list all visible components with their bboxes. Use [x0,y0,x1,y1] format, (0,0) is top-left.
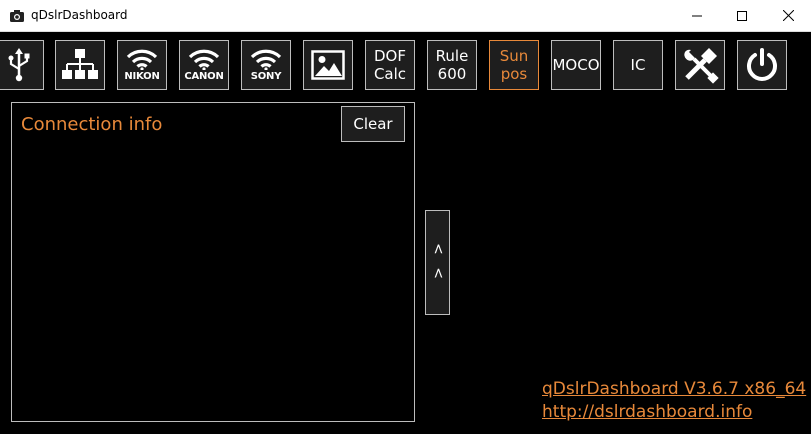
sony-wifi-button[interactable]: SONY [241,40,291,90]
wifi-icon [126,49,158,70]
minimize-icon [692,15,702,16]
tools-icon [684,48,719,84]
image-icon [311,50,345,80]
canon-label: CANON [184,71,224,82]
sun-pos-line2: pos [500,65,528,83]
usb-button[interactable] [0,40,44,90]
title-bar: qDslrDashboard [0,0,811,32]
tools-button[interactable] [675,40,725,90]
collapse-label: < < [429,242,446,283]
toolbar: NIKON CANON SONY DOF Calc Rule 600 Sun p… [0,40,811,94]
network-button[interactable] [55,40,105,90]
power-button[interactable] [737,40,787,90]
website-link[interactable]: http://dslrdashboard.info [542,402,752,422]
maximize-button[interactable] [719,0,765,31]
ic-label: IC [630,56,646,74]
dof-calc-button[interactable]: DOF Calc [365,40,415,90]
close-icon [782,10,794,21]
sun-pos-line1: Sun [499,47,529,65]
rule-600-line2: 600 [437,65,467,83]
collapse-panel-button[interactable]: < < [425,210,450,315]
panel-title: Connection info [21,114,163,135]
moco-button[interactable]: MOCO [551,40,601,90]
window-title: qDslrDashboard [31,8,128,22]
sun-pos-button[interactable]: Sun pos [489,40,539,90]
nikon-label: NIKON [124,71,160,82]
rule-600-line1: Rule [435,47,469,65]
wifi-icon [250,49,282,70]
moco-label: MOCO [552,56,600,74]
canon-wifi-button[interactable]: CANON [179,40,229,90]
dof-calc-line1: DOF [374,47,406,65]
nikon-wifi-button[interactable]: NIKON [117,40,167,90]
version-link[interactable]: qDslrDashboard V3.6.7 x86_64 [542,379,806,399]
camera-icon [10,10,24,22]
image-button[interactable] [303,40,353,90]
close-button[interactable] [765,0,811,31]
clear-button[interactable]: Clear [341,106,405,142]
dof-calc-line2: Calc [373,65,407,83]
rule-600-button[interactable]: Rule 600 [427,40,477,90]
minimize-button[interactable] [674,0,720,31]
ic-button[interactable]: IC [613,40,663,90]
network-icon [62,49,98,79]
maximize-icon [737,10,747,21]
connection-info-panel: Connection info Clear [11,102,415,422]
power-icon [747,48,777,81]
usb-icon [8,48,30,82]
sony-label: SONY [250,71,282,82]
wifi-icon [188,49,220,70]
